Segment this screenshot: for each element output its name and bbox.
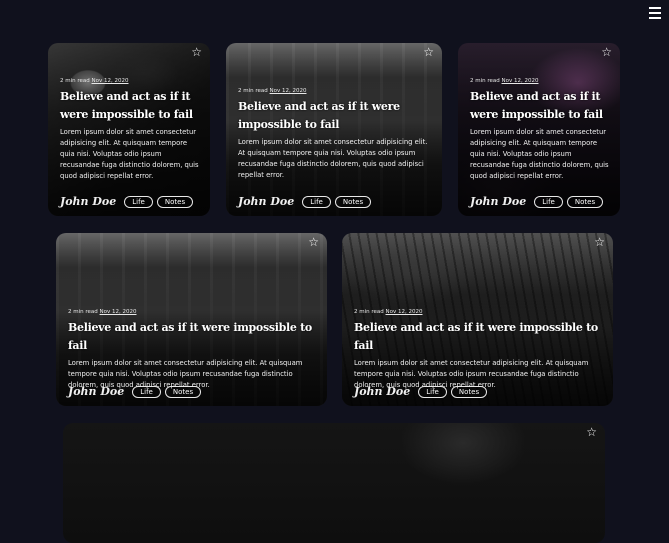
post-title[interactable]: Believe and act as if it were impossible… [60, 88, 202, 124]
post-meta: 2 min read Nov 12, 2020 [354, 309, 423, 315]
author-name[interactable]: John Doe [60, 195, 116, 208]
post-date-link[interactable]: Nov 12, 2020 [100, 309, 137, 315]
tag-notes[interactable]: Notes [156, 195, 194, 208]
star-icon[interactable]: ☆ [191, 46, 202, 58]
post-card[interactable]: ☆ 2 min read Nov 12, 2020 Believe and ac… [56, 233, 327, 406]
author-name[interactable]: John Doe [470, 195, 526, 208]
author-name[interactable]: John Doe [68, 385, 124, 398]
hamburger-icon [647, 7, 663, 19]
post-excerpt: Lorem ipsum dolor sit amet consectetur a… [470, 128, 609, 180]
tag-life[interactable]: Life [132, 385, 161, 398]
post-excerpt: Lorem ipsum dolor sit amet consectetur a… [60, 128, 199, 180]
post-card[interactable]: ☆ 2 min read Nov 12, 2020 Believe and ac… [226, 43, 442, 216]
star-icon[interactable]: ☆ [594, 236, 605, 248]
tag-notes[interactable]: Notes [334, 195, 372, 208]
post-title[interactable]: Believe and act as if it were impossible… [238, 98, 434, 134]
post-date-link[interactable]: Nov 12, 2020 [270, 88, 307, 94]
tag-notes[interactable]: Notes [450, 385, 488, 398]
post-excerpt: Lorem ipsum dolor sit amet consectetur a… [238, 138, 428, 179]
post-title[interactable]: Believe and act as if it were impossible… [354, 319, 605, 355]
star-icon[interactable]: ☆ [586, 426, 597, 438]
tag-life[interactable]: Life [302, 195, 331, 208]
post-meta: 2 min read Nov 12, 2020 [60, 78, 129, 84]
tag-notes[interactable]: Notes [164, 385, 202, 398]
post-date-link[interactable]: Nov 12, 2020 [92, 78, 129, 84]
post-title[interactable]: Believe and act as if it were impossible… [470, 88, 612, 124]
author-name[interactable]: John Doe [354, 385, 410, 398]
star-icon[interactable]: ☆ [423, 46, 434, 58]
post-meta: 2 min read Nov 12, 2020 [238, 88, 307, 94]
card-image [63, 423, 605, 543]
post-date-link[interactable]: Nov 12, 2020 [386, 309, 423, 315]
tag-notes[interactable]: Notes [566, 195, 604, 208]
post-card[interactable]: ☆ 2 min read Nov 12, 2020 Believe and ac… [48, 43, 210, 216]
star-icon[interactable]: ☆ [601, 46, 612, 58]
post-title[interactable]: Believe and act as if it were impossible… [68, 319, 319, 355]
tag-life[interactable]: Life [418, 385, 447, 398]
star-icon[interactable]: ☆ [308, 236, 319, 248]
post-card[interactable]: ☆ 2 min read Nov 12, 2020 Believe and ac… [458, 43, 620, 216]
tag-life[interactable]: Life [534, 195, 563, 208]
menu-button[interactable] [647, 4, 663, 20]
post-meta: 2 min read Nov 12, 2020 [470, 78, 539, 84]
post-meta: 2 min read Nov 12, 2020 [68, 309, 137, 315]
tag-life[interactable]: Life [124, 195, 153, 208]
post-date-link[interactable]: Nov 12, 2020 [502, 78, 539, 84]
post-card[interactable]: ☆ [63, 423, 605, 543]
author-name[interactable]: John Doe [238, 195, 294, 208]
post-card[interactable]: ☆ 2 min read Nov 12, 2020 Believe and ac… [342, 233, 613, 406]
